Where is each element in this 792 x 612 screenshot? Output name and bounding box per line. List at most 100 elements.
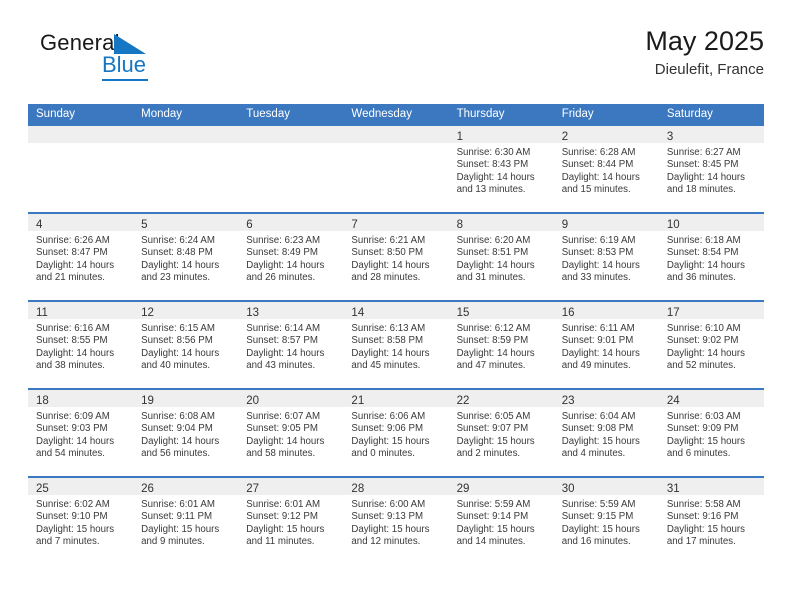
day-number-band: 14	[343, 302, 449, 319]
day-cell[interactable]: 13 Sunrise: 6:14 AM Sunset: 8:57 PM Dayligh…	[238, 300, 344, 388]
day-cell[interactable]: 15 Sunrise: 6:12 AM Sunset: 8:59 PM Dayligh…	[448, 300, 554, 388]
sunset-line: Sunset: 8:56 PM	[141, 335, 213, 347]
day-cell[interactable]: 22 Sunrise: 6:05 AM Sunset: 9:07 PM Dayligh…	[448, 388, 554, 476]
day-details: Sunrise: 6:03 AM Sunset: 9:09 PM Daylight:…	[659, 407, 764, 460]
day-cell[interactable]: 28 Sunrise: 6:00 AM Sunset: 9:13 PM Dayligh…	[343, 476, 449, 564]
day-number: 31	[666, 483, 680, 495]
day-details: Sunrise: 6:16 AM Sunset: 8:55 PM Daylight:…	[28, 319, 133, 372]
page-subtitle: Dieulefit, France	[654, 61, 764, 79]
daylight-line: Daylight: 14 hours	[666, 347, 745, 359]
daylight-line-cont: and 45 minutes.	[351, 359, 421, 371]
day-cell[interactable]: 9 Sunrise: 6:19 AM Sunset: 8:53 PM Daylight…	[553, 212, 659, 300]
day-details: Sunrise: 6:10 AM Sunset: 9:02 PM Daylight:…	[659, 319, 764, 372]
daylight-line-cont: and 23 minutes.	[141, 271, 211, 283]
daylight-line: Daylight: 15 hours	[561, 435, 640, 447]
sunrise-line: Sunrise: 6:21 AM	[351, 235, 426, 246]
day-number-band: 28	[343, 478, 449, 495]
day-cell[interactable]: 23 Sunrise: 6:04 AM Sunset: 9:08 PM Dayligh…	[553, 388, 659, 476]
day-cell-empty	[238, 124, 344, 212]
day-cell[interactable]: 6 Sunrise: 6:23 AM Sunset: 8:49 PM Daylight…	[238, 212, 344, 300]
day-cell[interactable]: 7 Sunrise: 6:21 AM Sunset: 8:50 PM Daylight…	[343, 212, 449, 300]
day-cell[interactable]: 4 Sunrise: 6:26 AM Sunset: 8:47 PM Daylight…	[28, 212, 134, 300]
calendar-grid: Sunday Monday Tuesday Wednesday Thursday Frid…	[28, 104, 764, 564]
day-details: Sunrise: 6:24 AM Sunset: 8:48 PM Daylight:…	[133, 231, 238, 284]
day-details: Sunrise: 6:27 AM Sunset: 8:45 PM Daylight:…	[659, 143, 764, 196]
day-cell-empty	[133, 124, 239, 212]
day-cell[interactable]: 11 Sunrise: 6:16 AM Sunset: 8:55 PM Dayligh…	[28, 300, 134, 388]
day-number-band: 3	[658, 126, 764, 143]
day-cell[interactable]: 5 Sunrise: 6:24 AM Sunset: 8:48 PM Daylight…	[133, 212, 239, 300]
day-cell[interactable]: 10 Sunrise: 6:18 AM Sunset: 8:54 PM Dayligh…	[658, 212, 764, 300]
day-cell[interactable]: 19 Sunrise: 6:08 AM Sunset: 9:04 PM Dayligh…	[133, 388, 239, 476]
day-cell[interactable]: 18 Sunrise: 6:09 AM Sunset: 9:03 PM Dayligh…	[28, 388, 134, 476]
day-details: Sunrise: 6:07 AM Sunset: 9:05 PM Daylight:…	[238, 407, 343, 460]
day-cell-empty	[28, 124, 134, 212]
day-number: 26	[141, 483, 154, 495]
day-number: 2	[561, 131, 569, 143]
day-details: Sunrise: 6:28 AM Sunset: 8:44 PM Daylight:…	[554, 143, 659, 196]
day-cell[interactable]: 20 Sunrise: 6:07 AM Sunset: 9:05 PM Dayligh…	[238, 388, 344, 476]
day-cell[interactable]: 14 Sunrise: 6:13 AM Sunset: 8:58 PM Dayligh…	[343, 300, 449, 388]
day-number: 20	[246, 395, 260, 407]
sunset-line: Sunset: 8:58 PM	[351, 335, 424, 347]
day-details: Sunrise: 5:59 AM Sunset: 9:15 PM Daylight:…	[554, 495, 659, 548]
daylight-line: Daylight: 15 hours	[351, 435, 430, 447]
day-cell[interactable]: 3 Sunrise: 6:27 AM Sunset: 8:45 PM Daylight…	[658, 124, 764, 212]
day-number-band: 8	[448, 214, 554, 231]
day-number: 29	[456, 483, 470, 495]
day-number: 24	[666, 395, 680, 407]
sunrise-line: Sunrise: 6:27 AM	[666, 147, 741, 158]
daylight-line: Daylight: 15 hours	[456, 523, 535, 535]
day-cell[interactable]: 31 Sunrise: 5:58 AM Sunset: 9:16 PM Dayligh…	[658, 476, 764, 564]
sunrise-line: Sunrise: 6:13 AM	[351, 323, 426, 334]
sunrise-line: Sunrise: 5:58 AM	[666, 499, 741, 510]
sunrise-line: Sunrise: 6:20 AM	[456, 235, 531, 246]
day-cell[interactable]: 25 Sunrise: 6:02 AM Sunset: 9:10 PM Dayligh…	[28, 476, 134, 564]
day-cell[interactable]: 27 Sunrise: 6:01 AM Sunset: 9:12 PM Dayligh…	[238, 476, 344, 564]
day-number: 4	[36, 219, 43, 231]
sunrise-line: Sunrise: 6:30 AM	[456, 147, 531, 158]
day-number: 18	[36, 395, 49, 407]
day-cell[interactable]: 8 Sunrise: 6:20 AM Sunset: 8:51 PM Daylight…	[448, 212, 554, 300]
day-cell[interactable]: 24 Sunrise: 6:03 AM Sunset: 9:09 PM Dayligh…	[658, 388, 764, 476]
sunset-line: Sunset: 9:03 PM	[36, 423, 108, 435]
day-cell[interactable]: 17 Sunrise: 6:10 AM Sunset: 9:02 PM Dayligh…	[658, 300, 764, 388]
day-cell[interactable]: 21 Sunrise: 6:06 AM Sunset: 9:06 PM Dayligh…	[343, 388, 449, 476]
day-number: 11	[36, 307, 48, 319]
day-number: 3	[666, 131, 674, 143]
sunrise-line: Sunrise: 6:24 AM	[141, 235, 215, 246]
sunrise-line: Sunrise: 6:26 AM	[36, 235, 110, 246]
day-cell[interactable]: 16 Sunrise: 6:11 AM Sunset: 9:01 PM Dayligh…	[553, 300, 659, 388]
day-cell[interactable]: 30 Sunrise: 5:59 AM Sunset: 9:15 PM Dayligh…	[553, 476, 659, 564]
day-cell[interactable]: 2 Sunrise: 6:28 AM Sunset: 8:44 PM Daylight…	[553, 124, 659, 212]
day-number-band: 17	[658, 302, 764, 319]
sunrise-line: Sunrise: 6:16 AM	[36, 323, 110, 334]
day-number: 6	[246, 219, 253, 231]
day-details: Sunrise: 6:11 AM Sunset: 9:01 PM Daylight:…	[554, 319, 659, 372]
calendar-page: General Blue May 2025 Dieulefit, France …	[0, 0, 792, 612]
sunset-line: Sunset: 8:50 PM	[351, 247, 424, 259]
sunset-line: Sunset: 9:04 PM	[141, 423, 213, 435]
day-number-band: 4	[28, 214, 134, 231]
sunset-line: Sunset: 9:15 PM	[561, 511, 634, 523]
daylight-line: Daylight: 14 hours	[246, 347, 325, 359]
daylight-line: Daylight: 15 hours	[666, 523, 745, 535]
day-number-band: 6	[238, 214, 344, 231]
daylight-line-cont: and 0 minutes.	[351, 447, 415, 459]
daylight-line: Daylight: 14 hours	[456, 347, 535, 359]
sunrise-line: Sunrise: 6:01 AM	[141, 499, 215, 510]
sunrise-line: Sunrise: 6:07 AM	[246, 411, 321, 422]
day-number: 16	[561, 307, 575, 319]
day-number-band: 10	[658, 214, 764, 231]
day-number-band: 24	[658, 390, 764, 407]
daylight-line: Daylight: 14 hours	[246, 259, 325, 271]
day-cell[interactable]: 26 Sunrise: 6:01 AM Sunset: 9:11 PM Dayligh…	[133, 476, 239, 564]
general-blue-logo[interactable]: General Blue	[40, 32, 260, 92]
daylight-line-cont: and 2 minutes.	[456, 447, 521, 459]
daylight-line: Daylight: 14 hours	[246, 435, 325, 447]
sunset-line: Sunset: 9:05 PM	[246, 423, 318, 435]
day-cell[interactable]: 1 Sunrise: 6:30 AM Sunset: 8:43 PM Daylight…	[448, 124, 554, 212]
daylight-line: Daylight: 14 hours	[351, 259, 430, 271]
day-cell[interactable]: 29 Sunrise: 5:59 AM Sunset: 9:14 PM Dayligh…	[448, 476, 554, 564]
day-cell[interactable]: 12 Sunrise: 6:15 AM Sunset: 8:56 PM Dayligh…	[133, 300, 239, 388]
